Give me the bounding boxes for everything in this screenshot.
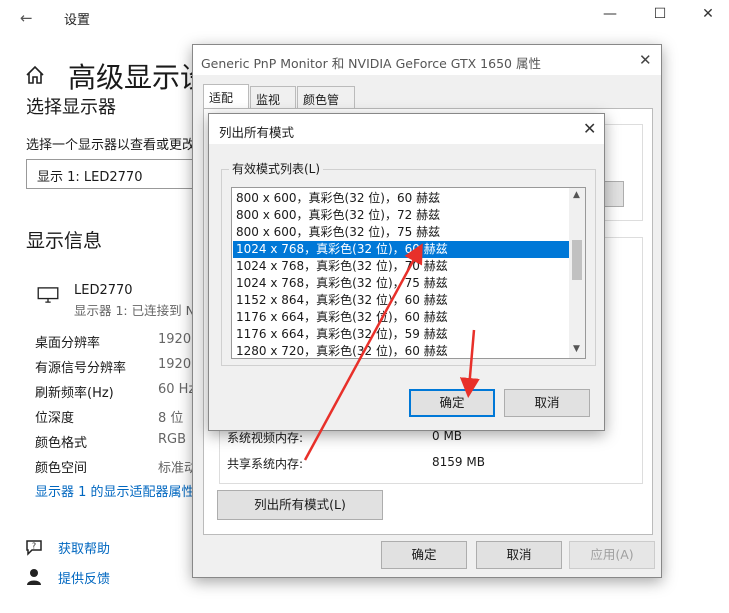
feedback-link[interactable]: 提供反馈 [58,568,110,587]
maximize-button[interactable]: ☐ [650,6,670,22]
scroll-thumb[interactable] [572,240,582,280]
properties-cancel-button[interactable]: 取消 [476,541,562,569]
memory-value: 8159 MB [432,455,485,469]
modes-close-icon[interactable]: ✕ [583,119,596,138]
info-label: 桌面分辨率 [35,336,101,351]
modes-title: 列出所有模式 [219,125,295,140]
adapter-properties-button[interactable] [604,181,624,207]
info-label: 有源信号分辨率 [35,361,127,376]
choose-display-heading: 选择显示器 [26,97,116,118]
list-item[interactable]: 1176 x 664，真彩色(32 位)，60 赫兹 [233,309,569,326]
monitor-icon [37,287,59,303]
info-value: 1920 [158,357,192,372]
list-modes-dialog: 列出所有模式 ✕ 有效模式列表(L) 800 x 600，真彩色(32 位)，6… [208,113,605,431]
svg-text:?: ? [32,542,36,551]
monitor-name: LED2770 [74,283,133,298]
properties-ok-button[interactable]: 确定 [381,541,467,569]
list-item[interactable]: 800 x 600，真彩色(32 位)，72 赫兹 [233,207,569,224]
display-info-heading: 显示信息 [26,230,103,252]
properties-title: Generic PnP Monitor 和 NVIDIA GeForce GTX… [201,56,541,71]
list-item[interactable]: 1024 x 768，真彩色(32 位)，75 赫兹 [233,275,569,292]
list-item[interactable]: 800 x 600，真彩色(32 位)，60 赫兹 [233,190,569,207]
info-value: 1920 [158,332,192,347]
modes-list-label: 有效模式列表(L) [229,160,324,177]
memory-value: 0 MB [432,429,463,443]
tab-color-management[interactable]: 颜色管理 [297,86,355,124]
get-help-link[interactable]: 获取帮助 [58,538,110,557]
display-select[interactable]: 显示 1: LED2770 [26,159,196,189]
modes-ok-button[interactable]: 确定 [409,389,495,417]
properties-apply-button[interactable]: 应用(A) [569,541,655,569]
feedback-icon [27,569,41,585]
modes-listbox[interactable]: 800 x 600，真彩色(32 位)，60 赫兹 800 x 600，真彩色(… [231,187,586,359]
window-title: 设置 [64,13,91,28]
info-label: 颜色空间 [35,461,88,476]
help-icon: ? [26,540,42,556]
close-button[interactable]: ✕ [698,6,718,22]
tab-adapter[interactable]: 适配器 [203,84,249,122]
home-icon[interactable] [24,64,46,86]
list-item[interactable]: 1176 x 664，真彩色(32 位)，59 赫兹 [233,326,569,343]
tab-monitor[interactable]: 监视器 [250,86,296,124]
info-label: 颜色格式 [35,436,88,451]
list-all-modes-button[interactable]: 列出所有模式(L) [217,490,383,520]
list-item[interactable]: 800 x 600，真彩色(32 位)，75 赫兹 [233,224,569,241]
back-arrow-icon[interactable]: ← [20,9,33,27]
info-value: 60 Hz [158,382,196,397]
info-label: 位深度 [35,411,75,426]
list-item[interactable]: 1024 x 768，真彩色(32 位)，70 赫兹 [233,258,569,275]
scroll-up-icon[interactable]: ▲ [573,190,580,200]
adapter-properties-link[interactable]: 显示器 1 的显示适配器属性 [35,481,195,500]
minimize-button[interactable]: — [600,6,620,22]
memory-label: 系统视频内存: [227,431,304,445]
memory-label: 共享系统内存: [227,457,304,471]
info-value: RGB [158,432,187,447]
list-item-selected[interactable]: 1024 x 768，真彩色(32 位)，60 赫兹 [233,241,569,258]
modes-cancel-button[interactable]: 取消 [504,389,590,417]
scroll-down-icon[interactable]: ▼ [573,344,580,354]
info-value: 8 位 [158,411,184,426]
list-item[interactable]: 1280 x 720，真彩色(32 位)，60 赫兹 [233,343,569,358]
properties-close-icon[interactable]: ✕ [639,51,652,69]
info-label: 刷新频率(Hz) [35,386,114,401]
list-item[interactable]: 1152 x 864，真彩色(32 位)，60 赫兹 [233,292,569,309]
